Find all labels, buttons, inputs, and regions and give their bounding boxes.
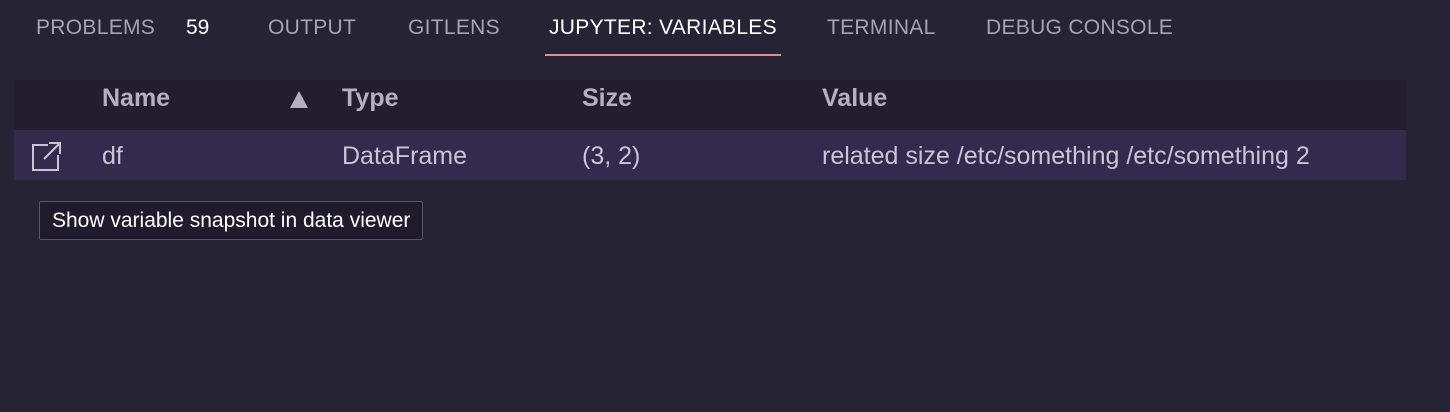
variable-value: related size /etc/something /etc/somethi… [822,142,1310,170]
table-header-row: Name Type Size Value [14,80,1406,130]
column-header-type[interactable]: Type [342,80,399,130]
variable-size: (3, 2) [582,142,641,170]
tab-gitlens[interactable]: GITLENS [408,16,500,56]
panel-tab-bar: PROBLEMS 59 OUTPUT GITLENS JUPYTER: VARI… [0,0,1450,58]
variable-name: df [102,142,123,170]
tab-debug-console[interactable]: DEBUG CONSOLE [986,16,1173,56]
tab-output[interactable]: OUTPUT [268,16,356,56]
tab-problems[interactable]: PROBLEMS [36,16,155,56]
open-in-data-viewer-icon[interactable] [30,139,64,173]
table-row[interactable]: df DataFrame (3, 2) related size /etc/so… [14,130,1406,180]
problems-count-badge: 59 [186,16,210,39]
column-header-name[interactable]: Name [102,80,170,130]
tooltip: Show variable snapshot in data viewer [39,201,424,240]
sort-ascending-icon[interactable] [288,84,310,114]
column-header-value[interactable]: Value [822,80,887,130]
variables-table: Name Type Size Value df DataFrame (3, 2)… [14,80,1406,180]
tab-terminal[interactable]: TERMINAL [827,16,936,56]
variable-type: DataFrame [342,142,468,170]
column-header-size[interactable]: Size [582,80,632,130]
jupyter-panel: PROBLEMS 59 OUTPUT GITLENS JUPYTER: VARI… [0,0,1450,412]
tab-jupyter-variables[interactable]: JUPYTER: VARIABLES [545,16,781,56]
